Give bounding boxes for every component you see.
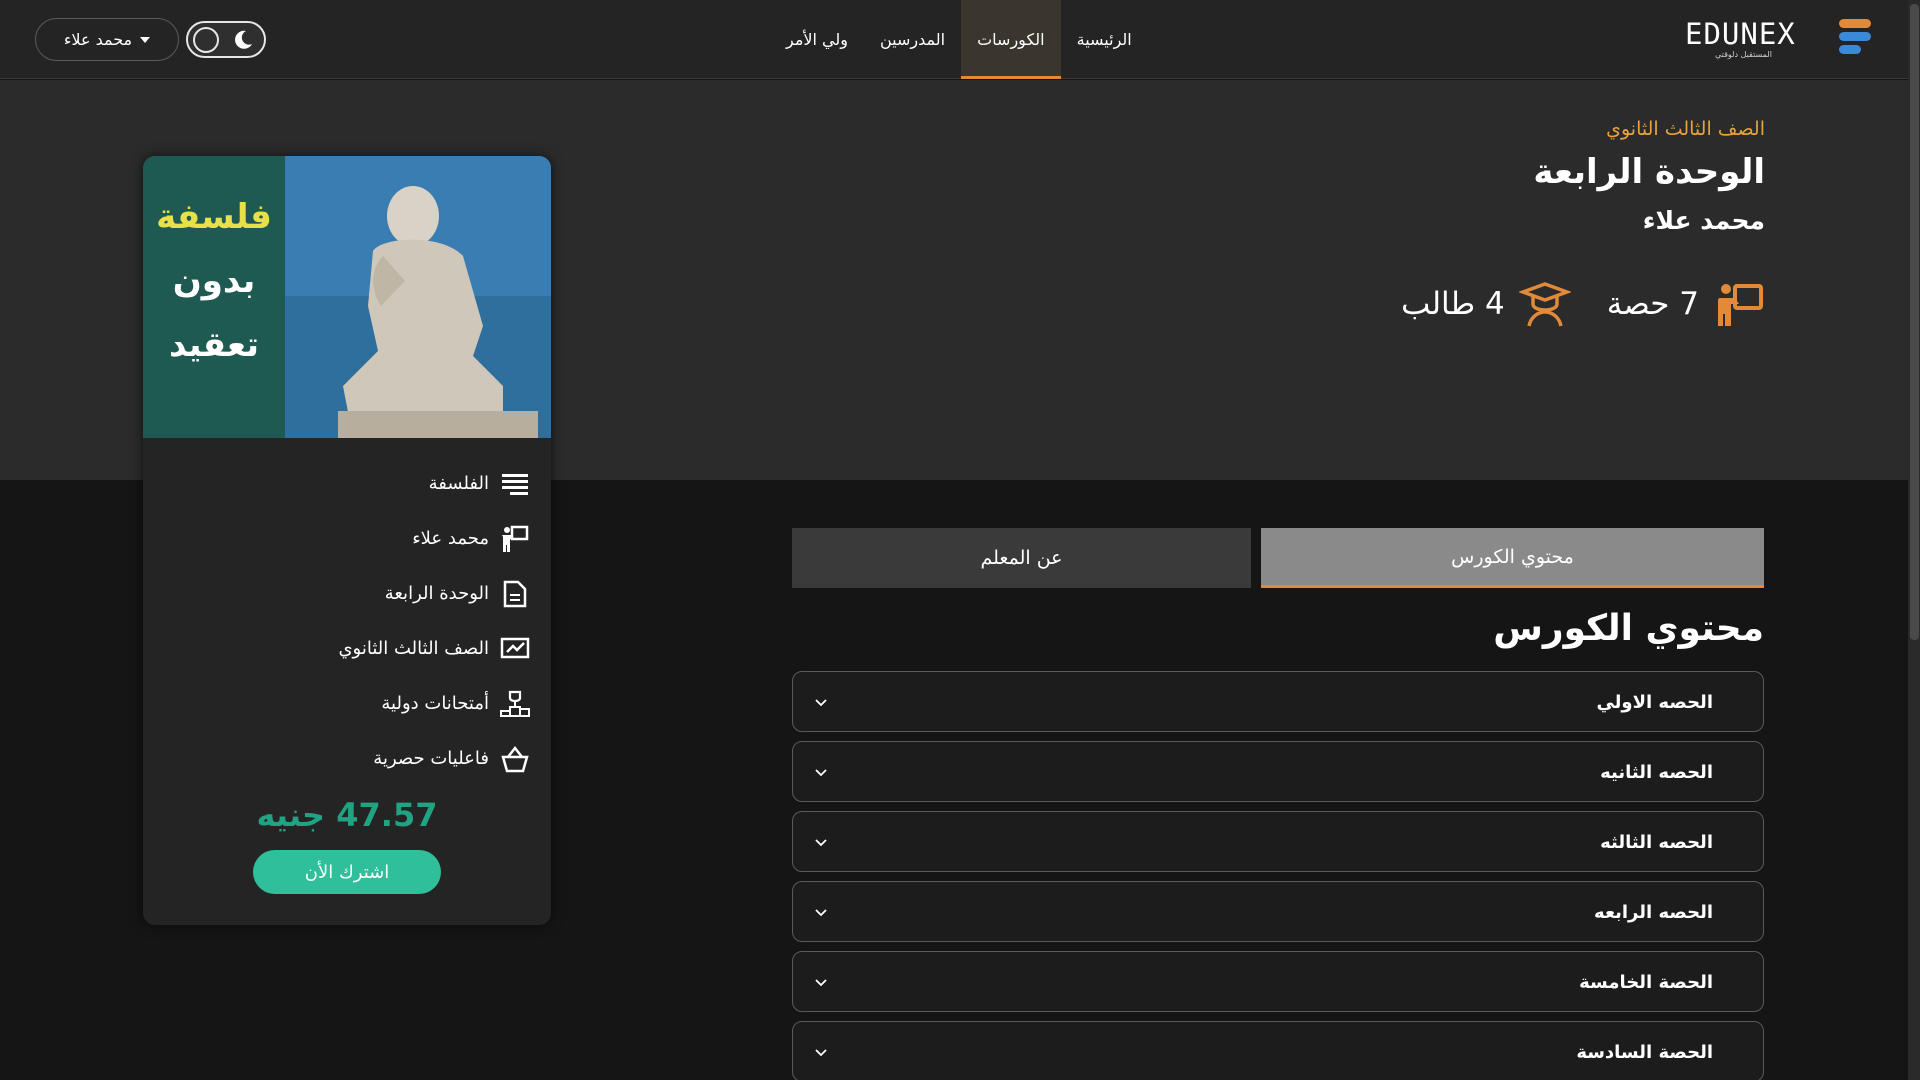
lessons-stat: 7 حصة [1607, 278, 1765, 330]
lesson-title: الحصه الثانيه [1600, 762, 1713, 783]
basket-icon [499, 743, 531, 775]
lines-icon [499, 468, 531, 500]
course-cover-image: فلسفة بدون تعقيد [143, 156, 551, 438]
course-info-list: الفلسفة محمد علاء الوحدة الرابعة الصف ال… [338, 456, 531, 786]
moon-icon [235, 30, 252, 49]
students-count: 4 طالب [1401, 286, 1505, 322]
lesson-item[interactable]: الحصه الرابعه [792, 881, 1764, 942]
chevron-down-icon [815, 1049, 827, 1057]
lesson-item[interactable]: الحصة السادسة [792, 1021, 1764, 1080]
nav-links: الرئيسية الكورسات المدرسين ولي الأمر [770, 0, 1148, 79]
theme-toggle[interactable] [186, 21, 266, 58]
lessons-count: 7 حصة [1606, 286, 1699, 322]
info-exams-text: أمتحانات دولية [381, 693, 489, 714]
lessons-accordion: الحصه الاولي الحصه الثانيه الحصه الثالثه… [792, 671, 1764, 1080]
cover-text-line-2: بدون [173, 261, 256, 301]
teacher-board-icon [1718, 284, 1763, 326]
lesson-title: الحصه الاولي [1596, 692, 1713, 713]
course-title: الوحدة الرابعة [1533, 152, 1765, 192]
chevron-down-icon [815, 909, 827, 917]
lesson-title: الحصة الخامسة [1579, 972, 1713, 993]
info-events: فاعليات حصرية [338, 731, 531, 786]
tab-about-teacher[interactable]: عن المعلم [792, 528, 1251, 588]
lesson-item[interactable]: الحصة الخامسة [792, 951, 1764, 1012]
scrollbar-thumb[interactable] [1910, 4, 1919, 640]
chevron-down-icon [815, 769, 827, 777]
tab-course-content[interactable]: محتوي الكورس [1261, 528, 1764, 588]
nav-home[interactable]: الرئيسية [1061, 0, 1148, 79]
logo-tagline: المستقبل دلوقتي [1715, 50, 1772, 59]
info-subject: الفلسفة [338, 456, 531, 511]
info-teacher: محمد علاء [338, 511, 531, 566]
chevron-down-icon [815, 699, 827, 707]
edunex-logo[interactable]: EDUNEX المستقبل دلوقتي [1685, 18, 1873, 60]
cover-text-line-1: فلسفة [156, 197, 272, 237]
lesson-item[interactable]: الحصه الثالثه [792, 811, 1764, 872]
lesson-item[interactable]: الحصه الاولي [792, 671, 1764, 732]
info-events-text: فاعليات حصرية [373, 748, 489, 769]
section-title: محتوي الكورس [1493, 608, 1764, 649]
lesson-title: الحصة السادسة [1576, 1042, 1713, 1063]
logo-mark-icon [1839, 19, 1871, 54]
course-price: 47.57 جنيه [256, 796, 438, 834]
top-navbar: محمد علاء الرئيسية الكورسات المدرسين ولي… [0, 0, 1908, 79]
user-menu-button[interactable]: محمد علاء [35, 18, 179, 61]
lesson-item[interactable]: الحصه الثانيه [792, 741, 1764, 802]
nav-teachers[interactable]: المدرسين [864, 0, 961, 79]
lesson-title: الحصه الرابعه [1594, 902, 1713, 923]
info-teacher-text: محمد علاء [412, 528, 489, 549]
subscribe-button[interactable]: اشترك الأن [253, 850, 441, 894]
course-teacher[interactable]: محمد علاء [1643, 206, 1765, 235]
info-subject-text: الفلسفة [428, 473, 489, 494]
chevron-down-icon [815, 979, 827, 987]
students-stat: 4 طالب [1401, 278, 1571, 330]
lesson-title: الحصه الثالثه [1600, 832, 1713, 853]
teacher-board-icon [499, 523, 531, 555]
course-card: فلسفة بدون تعقيد الفلسفة محمد علاء الوحد… [143, 156, 551, 925]
info-unit-text: الوحدة الرابعة [384, 583, 489, 604]
nav-parents[interactable]: ولي الأمر [770, 0, 864, 79]
graduate-student-icon [1518, 282, 1571, 327]
course-grade: الصف الثالث الثانوي [1606, 118, 1765, 140]
course-stats: 7 حصة 4 طالب [1401, 278, 1765, 330]
document-icon [499, 578, 531, 610]
nav-courses[interactable]: الكورسات [961, 0, 1061, 79]
page-scrollbar[interactable] [1908, 0, 1920, 1080]
toggle-knob [193, 27, 219, 53]
caret-down-icon [140, 36, 151, 43]
info-grade: الصف الثالث الثانوي [338, 621, 531, 676]
info-exams: أمتحانات دولية [338, 676, 531, 731]
cover-text-line-3: تعقيد [169, 325, 259, 365]
user-name: محمد علاء [63, 30, 133, 49]
info-unit: الوحدة الرابعة [338, 566, 531, 621]
chevron-down-icon [815, 839, 827, 847]
logo-text: EDUNEX [1685, 17, 1796, 51]
podium-trophy-icon [499, 688, 531, 720]
presentation-chart-icon [499, 633, 531, 665]
info-grade-text: الصف الثالث الثانوي [338, 638, 489, 659]
